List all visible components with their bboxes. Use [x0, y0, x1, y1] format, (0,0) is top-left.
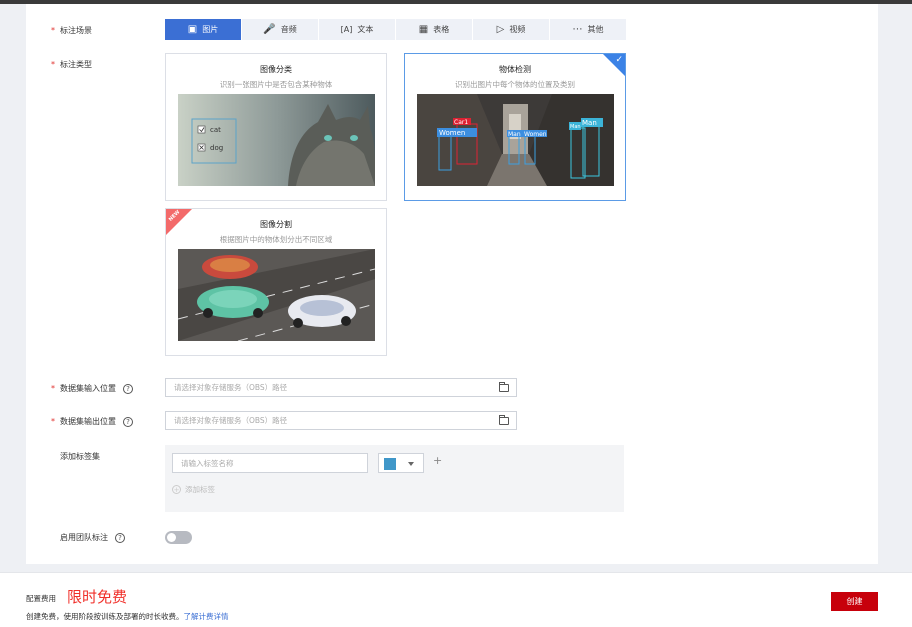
- tab-table-label: 表格: [433, 25, 450, 34]
- required-mark: *: [51, 417, 55, 426]
- tab-video[interactable]: ▷ 视频: [473, 19, 549, 40]
- labelset-panel: + + 添加标签: [165, 445, 624, 512]
- input-location-field[interactable]: [165, 378, 517, 397]
- type-card-classification[interactable]: 图像分类 识别一张图片中是否包含某种物体 cat dog: [165, 53, 387, 201]
- fee-value: 限时免费: [67, 588, 128, 606]
- required-mark: *: [51, 26, 55, 35]
- scene-label: * 标注场景: [51, 25, 92, 36]
- help-icon[interactable]: ?: [115, 532, 125, 543]
- input-location-label: * 数据集输入位置 ?: [51, 383, 133, 394]
- tab-image[interactable]: ▣ 图片: [165, 19, 241, 40]
- classification-image: cat dog: [178, 94, 375, 186]
- required-mark: *: [51, 384, 55, 393]
- type-card-detection[interactable]: ✓ 物体检测 识别出图片中每个物体的位置及类别 Car1 Women Man W…: [404, 53, 626, 201]
- labelset-label-text: 添加标签集: [60, 452, 100, 461]
- tab-other-label: 其他: [587, 25, 604, 34]
- team-label-text: 启用团队标注: [60, 533, 108, 542]
- more-icon: ⋯: [572, 23, 583, 35]
- output-location-field[interactable]: [165, 411, 517, 430]
- scene-label-text: 标注场景: [60, 26, 92, 35]
- tab-audio-label: 音频: [280, 25, 297, 34]
- create-button[interactable]: 创建: [831, 592, 878, 611]
- tab-video-label: 视频: [509, 25, 526, 34]
- folder-icon[interactable]: [499, 415, 509, 425]
- scene-tabs: ▣ 图片 🎤 音频 [A] 文本 ▦ 表格 ▷ 视频 ⋯ 其他: [165, 19, 626, 40]
- add-label-plus-icon[interactable]: +: [433, 454, 442, 467]
- detection-image: Car1 Women Man Women Man Man: [417, 94, 614, 186]
- table-icon: ▦: [418, 23, 429, 35]
- add-label-text: 添加标签: [185, 485, 215, 494]
- fee-note-text: 创建免费，使用阶段按训练及部署的时长收费。: [26, 612, 184, 621]
- tab-text[interactable]: [A] 文本: [319, 19, 395, 40]
- box-label-women: Women: [439, 129, 465, 137]
- card-desc: 根据图片中的物体划分出不同区域: [219, 235, 333, 244]
- box-label-women-2: Women: [524, 131, 547, 138]
- chevron-down-icon: [408, 462, 414, 466]
- required-mark: *: [51, 60, 55, 69]
- card-title: 物体检测: [499, 65, 531, 74]
- video-icon: ▷: [496, 23, 505, 35]
- image-icon: ▣: [187, 23, 198, 35]
- card-desc: 识别出图片中每个物体的位置及类别: [455, 80, 575, 89]
- add-label-button[interactable]: + 添加标签: [172, 484, 215, 495]
- fee-label: 配置费用: [26, 594, 56, 603]
- help-icon[interactable]: ?: [123, 383, 133, 394]
- card-desc: 识别一张图片中是否包含某种物体: [219, 80, 333, 89]
- type-card-segmentation[interactable]: NEW 图像分割 根据图片中的物体划分出不同区域: [165, 208, 387, 356]
- card-title: 图像分类: [260, 65, 292, 74]
- tab-table[interactable]: ▦ 表格: [396, 19, 472, 40]
- box-label-man-1: Man: [508, 131, 521, 138]
- labelset-label: 添加标签集: [60, 451, 100, 462]
- fee-note: 创建免费，使用阶段按训练及部署的时长收费。了解计费详情: [26, 611, 229, 622]
- check-icon: ✓: [615, 55, 623, 65]
- color-swatch: [384, 458, 396, 470]
- pricing-link[interactable]: 了解计费详情: [184, 612, 229, 621]
- footer-bar: 配置费用 限时免费 创建免费，使用阶段按训练及部署的时长收费。了解计费详情 创建: [0, 572, 912, 627]
- option-cat: cat: [210, 126, 221, 134]
- output-location-label: * 数据集输出位置 ?: [51, 416, 133, 427]
- box-label-man-3: Man: [582, 119, 597, 127]
- card-title: 图像分割: [260, 220, 292, 229]
- microphone-icon: 🎤: [263, 23, 276, 35]
- label-name-input[interactable]: [172, 453, 368, 473]
- help-icon[interactable]: ?: [123, 416, 133, 427]
- toggle-knob: [167, 533, 176, 542]
- segmentation-image: [178, 249, 375, 341]
- tab-audio[interactable]: 🎤 音频: [242, 19, 318, 40]
- input-location-text: 数据集输入位置: [60, 384, 116, 393]
- tab-other[interactable]: ⋯ 其他: [550, 19, 626, 40]
- box-label-man-2: Man: [570, 124, 581, 130]
- tab-image-label: 图片: [202, 25, 219, 34]
- team-toggle[interactable]: [165, 531, 192, 544]
- folder-icon[interactable]: [499, 382, 509, 392]
- option-dog: dog: [210, 144, 223, 152]
- text-icon: [A]: [340, 24, 353, 34]
- box-label-car1: Car1: [454, 119, 468, 126]
- type-label-text: 标注类型: [60, 60, 92, 69]
- team-label: 启用团队标注 ?: [60, 532, 125, 543]
- type-label: * 标注类型: [51, 59, 92, 70]
- plus-circle-icon: +: [172, 485, 181, 494]
- label-color-picker[interactable]: [378, 453, 424, 473]
- tab-text-label: 文本: [357, 25, 374, 34]
- output-location-text: 数据集输出位置: [60, 417, 116, 426]
